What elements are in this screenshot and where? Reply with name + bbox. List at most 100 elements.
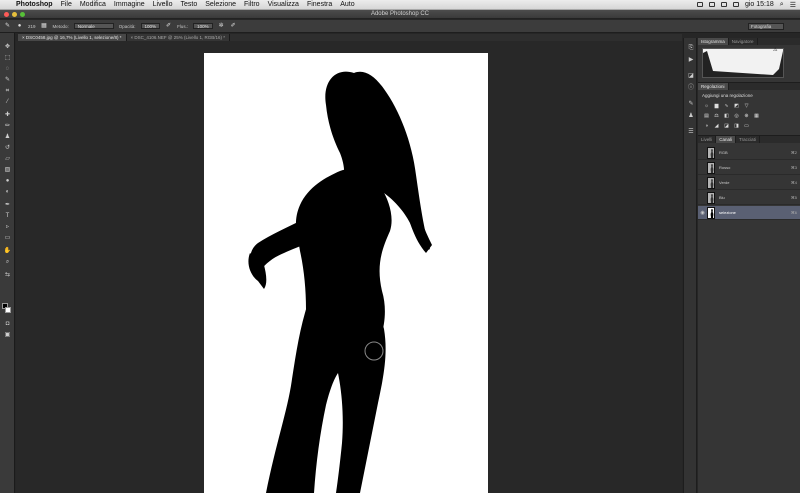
tab-dsc0458[interactable]: × DSC0458.jpg @ 16,7% (Livello 1, selezi…	[18, 34, 127, 41]
wifi-icon[interactable]	[708, 2, 715, 7]
stamp-tool-icon[interactable]: ♟	[3, 133, 12, 141]
channel-thumbnail	[707, 176, 715, 189]
healing-tool-icon[interactable]: ✚	[3, 111, 12, 119]
history-brush-tool-icon[interactable]: ↺	[3, 144, 12, 152]
eraser-tool-icon[interactable]: ▱	[3, 155, 12, 163]
crop-tool-icon[interactable]: ⌗	[3, 87, 12, 95]
swap-colors-icon[interactable]: ⇆	[3, 271, 12, 279]
zoom-tool-icon[interactable]: ⌕	[3, 258, 12, 266]
lasso-tool-icon[interactable]: ◌	[3, 65, 12, 73]
path-select-tool-icon[interactable]: ▹	[3, 223, 12, 231]
exposure-icon[interactable]: ◩	[733, 103, 740, 109]
notifications-icon[interactable]: ☰	[790, 1, 796, 9]
flow-label: Flus.:	[177, 23, 189, 29]
menu-file[interactable]: File	[61, 1, 72, 8]
color-balance-icon[interactable]: ⚖	[713, 113, 720, 119]
pressure-opacity-icon[interactable]: ✐	[165, 23, 172, 30]
brush-tool-icon[interactable]: ✏	[3, 122, 12, 130]
menu-livello[interactable]: Livello	[153, 1, 173, 8]
channel-name: Verde	[719, 180, 730, 185]
posterize-icon[interactable]: ◢	[713, 123, 720, 129]
dodge-tool-icon[interactable]: ◐	[3, 188, 12, 196]
color-panel-icon[interactable]: ◪	[687, 72, 695, 80]
shape-tool-icon[interactable]: ▭	[3, 234, 12, 242]
pressure-size-icon[interactable]: ✐	[230, 23, 237, 30]
screen-mode-icon[interactable]: ▣	[3, 331, 12, 339]
brush-size-icon[interactable]: ●	[16, 23, 23, 30]
menu-auto[interactable]: Auto	[340, 1, 354, 8]
menu-visualizza[interactable]: Visualizza	[268, 1, 299, 8]
properties-panel-icon[interactable]: ☰	[687, 128, 695, 136]
clone-source-icon[interactable]: ♟	[687, 112, 695, 120]
actions-panel-icon[interactable]: ▶	[687, 56, 695, 64]
brush-preset-icon[interactable]: ✎	[4, 23, 11, 30]
visibility-eye-icon[interactable]: ◉	[698, 210, 707, 216]
menu-app-name[interactable]: Photoshop	[16, 1, 53, 8]
menu-selezione[interactable]: Selezione	[205, 1, 236, 8]
channel-mixer-icon[interactable]: ⊕	[743, 113, 750, 119]
tab-tracciati[interactable]: Tracciati	[736, 136, 760, 143]
pen-tool-icon[interactable]: ✒	[3, 201, 12, 209]
channel-row[interactable]: RGB ⌘2	[698, 146, 800, 160]
threshold-icon[interactable]: ◪	[723, 123, 730, 129]
marquee-tool-icon[interactable]: ⬚	[3, 54, 12, 62]
move-tool-icon[interactable]: ✥	[3, 43, 12, 51]
curves-icon[interactable]: ∿	[723, 103, 730, 109]
brightness-icon[interactable]: ☼	[703, 103, 710, 109]
selective-color-icon[interactable]: ◨	[733, 123, 740, 129]
channel-row[interactable]: ◉ selezione ⌘6	[698, 206, 800, 220]
vibrance-icon[interactable]: ▽	[743, 103, 750, 109]
brush-panel-icon[interactable]: ▦	[41, 23, 48, 30]
channel-row[interactable]: Rosso ⌘3	[698, 161, 800, 175]
warning-icon[interactable]: ⚠	[773, 47, 777, 53]
spotlight-icon[interactable]: ⌕	[780, 1, 784, 9]
brush-panel-icon[interactable]: ✎	[687, 100, 695, 108]
gradient-map-icon[interactable]: ▭	[743, 123, 750, 129]
info-panel-icon[interactable]: ⓘ	[687, 84, 695, 92]
hue-saturation-icon[interactable]: ▤	[703, 113, 710, 119]
black-white-icon[interactable]: ◧	[723, 113, 730, 119]
quick-mask-icon[interactable]: ◘	[3, 320, 12, 328]
photo-filter-icon[interactable]: ◎	[733, 113, 740, 119]
levels-icon[interactable]: ▆	[713, 103, 720, 109]
menu-finestra[interactable]: Finestra	[307, 1, 332, 8]
tray-icon[interactable]	[696, 2, 703, 7]
eyedropper-tool-icon[interactable]: ⁄	[3, 98, 12, 106]
tab-navigatore[interactable]: Navigatore	[729, 38, 758, 45]
menu-immagine[interactable]: Immagine	[114, 1, 145, 8]
menu-testo[interactable]: Testo	[181, 1, 198, 8]
window-titlebar: Adobe Photoshop CC	[0, 10, 800, 19]
type-tool-icon[interactable]: T	[3, 212, 12, 220]
channel-row[interactable]: Blu ⌘5	[698, 191, 800, 205]
opacity-field[interactable]: 100%	[140, 23, 161, 29]
mode-select[interactable]: Normale	[73, 23, 114, 29]
gradient-tool-icon[interactable]: ▧	[3, 166, 12, 174]
background-color-swatch[interactable]	[5, 307, 11, 313]
menu-filtro[interactable]: Filtro	[244, 1, 260, 8]
tab-dsc4106[interactable]: × DSC_4106.NEF @ 25% (Livello 1, RGB/16)…	[126, 34, 231, 41]
channel-shortcut: ⌘3	[790, 165, 797, 170]
tab-livelli[interactable]: Livelli	[698, 136, 717, 143]
brush-size-value[interactable]: 219	[28, 24, 36, 29]
blur-tool-icon[interactable]: ●	[3, 177, 12, 185]
battery-icon[interactable]	[732, 2, 739, 7]
menu-modifica[interactable]: Modifica	[80, 1, 106, 8]
tab-istogramma[interactable]: Istogramma	[698, 38, 729, 45]
airbrush-icon[interactable]: ✲	[218, 23, 225, 30]
tab-regolazioni[interactable]: Regolazioni	[698, 83, 729, 90]
quick-select-tool-icon[interactable]: ✎	[3, 76, 12, 84]
hand-tool-icon[interactable]: ✋	[3, 247, 12, 255]
tab-canali[interactable]: Canali	[716, 136, 737, 143]
history-panel-icon[interactable]: ⎘	[687, 44, 695, 52]
volume-icon[interactable]	[720, 2, 727, 7]
menubar-clock[interactable]: gio 15:18	[745, 1, 774, 8]
color-lookup-icon[interactable]: ▦	[753, 113, 760, 119]
adjustments-panel: Regolazioni Aggiungi una regolazione ☼ ▆…	[698, 83, 800, 136]
workspace-select[interactable]: Fotografia	[748, 23, 784, 30]
flow-field[interactable]: 100%	[193, 23, 213, 29]
canvas-workspace[interactable]	[16, 41, 682, 493]
channel-row[interactable]: Verde ⌘4	[698, 176, 800, 190]
opacity-label: Opacità:	[118, 23, 136, 29]
document-canvas[interactable]	[204, 53, 488, 493]
invert-icon[interactable]: ◑	[703, 123, 710, 129]
